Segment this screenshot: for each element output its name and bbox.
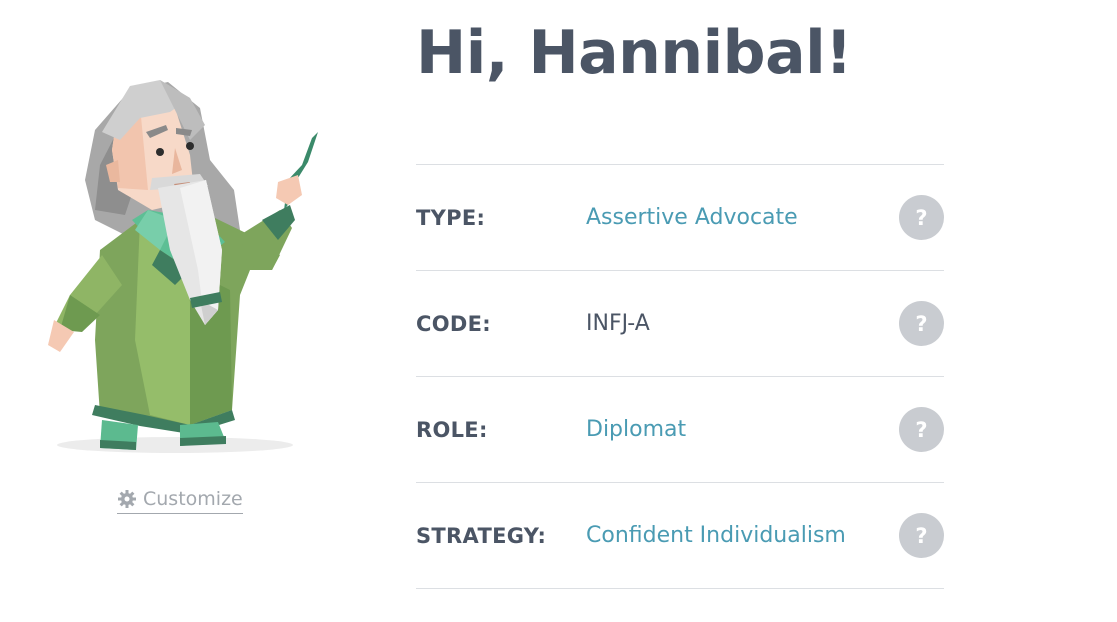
page-title: Hi, Hannibal!: [416, 18, 853, 88]
code-label: CODE:: [416, 311, 491, 336]
strategy-label: STRATEGY:: [416, 523, 547, 548]
wizard-avatar-icon: [48, 80, 318, 453]
role-value-link[interactable]: Diplomat: [586, 417, 899, 442]
info-row-code: CODE: INFJ-A ?: [416, 271, 944, 377]
strategy-value-link[interactable]: Confident Individualism: [586, 523, 899, 548]
code-help-button[interactable]: ?: [899, 301, 944, 346]
avatar-column: Customize: [40, 70, 330, 530]
type-label: TYPE:: [416, 205, 486, 230]
code-value: INFJ-A: [586, 311, 650, 336]
info-row-strategy: STRATEGY: Confident Individualism ?: [416, 483, 944, 589]
role-help-button[interactable]: ?: [899, 407, 944, 452]
role-label: ROLE:: [416, 417, 488, 442]
profile-page: Customize Hi, Hannibal! TYPE: Assertive …: [0, 0, 1117, 622]
personality-info-table: TYPE: Assertive Advocate ? CODE: INFJ-A …: [416, 164, 944, 589]
info-row-role: ROLE: Diplomat ?: [416, 377, 944, 483]
type-value-link[interactable]: Assertive Advocate: [586, 205, 899, 230]
customize-link[interactable]: Customize: [117, 488, 243, 514]
info-row-type: TYPE: Assertive Advocate ?: [416, 165, 944, 271]
customize-label: Customize: [143, 488, 243, 510]
strategy-help-button[interactable]: ?: [899, 513, 944, 558]
gear-icon: [118, 490, 136, 508]
type-help-button[interactable]: ?: [899, 195, 944, 240]
